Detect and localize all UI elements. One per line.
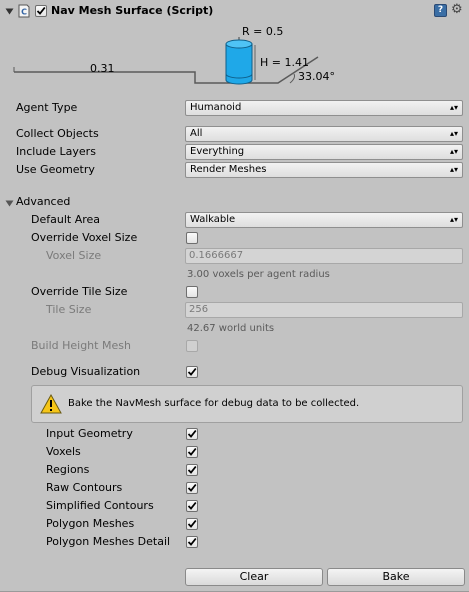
default-area-dropdown[interactable]: Walkable ▴▾ [185,212,463,228]
svg-text:C: C [21,8,27,17]
collect-objects-value: All [190,128,203,139]
warning-icon [40,393,62,414]
agent-type-dropdown[interactable]: Humanoid ▴▾ [185,100,463,116]
slope-label: 33.04° [298,70,335,83]
dropdown-arrows-icon: ▴▾ [449,165,458,174]
voxel-size-field: 0.1666667 [185,248,463,264]
clear-button[interactable]: Clear [185,568,323,586]
foldout-arrow-icon[interactable] [5,6,14,15]
build-height-mesh-label: Build Height Mesh [31,339,131,352]
polygon-meshes-detail-checkbox[interactable] [186,536,198,548]
raw-contours-checkbox[interactable] [186,482,198,494]
tile-size-hint: 42.67 world units [187,323,275,334]
dropdown-arrows-icon: ▴▾ [449,147,458,156]
polygon-meshes-checkbox[interactable] [186,518,198,530]
agent-type-label: Agent Type [16,101,78,114]
debug-option-label: Polygon Meshes Detail [46,535,171,548]
bake-button[interactable]: Bake [327,568,465,586]
override-voxel-size-checkbox[interactable] [186,232,198,244]
include-layers-value: Everything [190,146,245,157]
debug-option-label: Simplified Contours [46,499,154,512]
nav-mesh-surface-inspector: C Nav Mesh Surface (Script) ? ⚙ R = 0.5 … [0,0,469,592]
dropdown-arrows-icon: ▴▾ [449,129,458,138]
override-tile-size-label: Override Tile Size [31,285,128,298]
debug-option-label: Input Geometry [46,427,133,440]
use-geometry-dropdown[interactable]: Render Meshes ▴▾ [185,162,463,178]
help-icon[interactable]: ? [434,4,447,17]
include-layers-dropdown[interactable]: Everything ▴▾ [185,144,463,160]
tile-size-field: 256 [185,302,463,318]
script-icon: C [17,4,31,18]
override-voxel-size-label: Override Voxel Size [31,231,138,244]
voxel-size-label: Voxel Size [46,249,102,262]
dropdown-arrows-icon: ▴▾ [449,103,458,112]
agent-cylinder [225,39,253,85]
use-geometry-value: Render Meshes [190,164,267,175]
gear-icon[interactable]: ⚙ [451,3,465,17]
collect-objects-label: Collect Objects [16,127,99,140]
component-enabled-checkbox[interactable] [35,5,47,17]
debug-option-label: Voxels [46,445,81,458]
voxels-checkbox[interactable] [186,446,198,458]
voxel-size-hint: 3.00 voxels per agent radius [187,269,330,280]
include-layers-label: Include Layers [16,145,96,158]
input-geometry-checkbox[interactable] [186,428,198,440]
regions-checkbox[interactable] [186,464,198,476]
default-area-value: Walkable [190,214,236,225]
build-height-mesh-checkbox [186,340,198,352]
debug-help-message: Bake the NavMesh surface for debug data … [68,398,360,409]
component-header: C Nav Mesh Surface (Script) ? ⚙ [0,0,469,22]
height-label: H = 1.41 [260,56,309,69]
advanced-foldout-label[interactable]: Advanced [16,194,70,210]
debug-option-label: Polygon Meshes [46,517,135,530]
radius-label: R = 0.5 [242,25,284,38]
advanced-foldout-arrow-icon[interactable] [5,198,14,207]
debug-visualization-label: Debug Visualization [31,365,141,378]
debug-help-box: Bake the NavMesh surface for debug data … [31,385,463,423]
agent-type-value: Humanoid [190,102,242,113]
use-geometry-label: Use Geometry [16,163,95,176]
step-height-label: 0.31 [90,62,115,75]
default-area-label: Default Area [31,213,101,226]
debug-visualization-checkbox[interactable] [186,366,198,378]
override-tile-size-checkbox[interactable] [186,286,198,298]
component-title: Nav Mesh Surface (Script) [51,4,214,17]
collect-objects-dropdown[interactable]: All ▴▾ [185,126,463,142]
debug-option-label: Raw Contours [46,481,123,494]
agent-diagram: R = 0.5 H = 1.41 0.31 33.04° [0,22,469,92]
dropdown-arrows-icon: ▴▾ [449,215,458,224]
tile-size-label: Tile Size [46,303,92,316]
debug-option-label: Regions [46,463,90,476]
simplified-contours-checkbox[interactable] [186,500,198,512]
